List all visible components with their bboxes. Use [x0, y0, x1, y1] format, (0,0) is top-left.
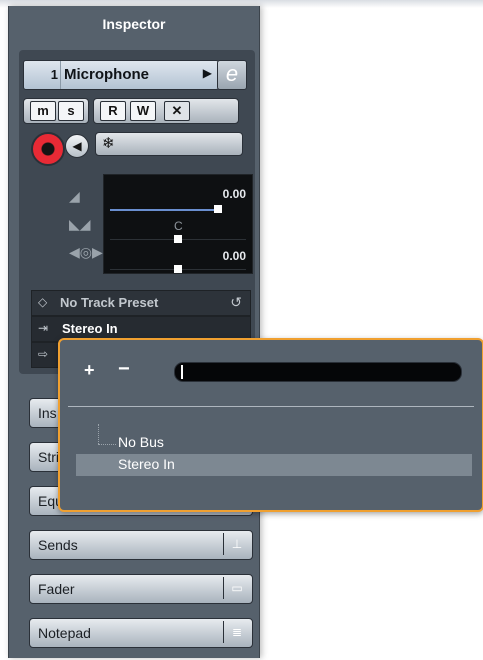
input-routing-label: Stereo In	[62, 321, 118, 336]
solo-button[interactable]: s	[58, 101, 84, 121]
monitor-button[interactable]: ◀	[65, 134, 89, 158]
preset-label: No Track Preset	[60, 295, 159, 310]
pan-value[interactable]: C	[174, 219, 183, 233]
sends-section-button[interactable]: Sends ⊥	[29, 530, 253, 560]
write-automation-button[interactable]: W	[130, 101, 156, 121]
volume-fader-handle[interactable]	[214, 205, 222, 213]
volume-icon: ◢	[69, 188, 80, 204]
notepad-section-button[interactable]: Notepad ≣	[29, 618, 253, 648]
output-routing-icon: ⇨	[38, 347, 49, 361]
tree-branch	[98, 444, 116, 446]
read-automation-button[interactable]: R	[100, 101, 126, 121]
input-routing-icon: ⇥	[38, 321, 49, 335]
section-label: Sends	[38, 537, 78, 553]
section-label: Stri	[38, 449, 59, 465]
delay-handle[interactable]	[174, 265, 182, 273]
inspector-title: Inspector	[102, 16, 166, 32]
cross-automation-button[interactable]: ✕	[164, 101, 190, 121]
automation-group: R W ✕	[93, 98, 239, 124]
parameter-display: 0.00 C 0.00	[103, 174, 253, 274]
mute-solo-group: m s	[23, 98, 89, 124]
track-name-field[interactable]: 1 Microphone ▶	[23, 60, 219, 90]
volume-value[interactable]: 0.00	[223, 187, 246, 201]
bus-selector-popup: + − No Bus Stereo In	[58, 338, 483, 512]
fader-section-button[interactable]: Fader ▭	[29, 574, 253, 604]
section-label: Notepad	[38, 625, 91, 641]
reload-icon[interactable]: ↺	[230, 294, 242, 311]
freeze-icon: ❄	[102, 135, 115, 152]
pan-icon: ◣◢	[69, 216, 91, 232]
track-number: 1	[50, 67, 58, 82]
section-label: Fader	[38, 581, 75, 597]
bus-item-no-bus[interactable]: No Bus	[118, 434, 164, 450]
edit-instrument-button[interactable]: e	[217, 60, 247, 90]
inspector-panel: Inspector 1 Microphone ▶ e m s R W ✕ ◀ ❄…	[8, 6, 260, 658]
preset-icon: ◇	[38, 295, 48, 309]
delay-value[interactable]: 0.00	[223, 249, 246, 263]
pan-handle[interactable]	[174, 235, 182, 243]
popup-divider	[68, 406, 474, 407]
freeze-button[interactable]: ❄	[95, 132, 243, 156]
remove-bus-button[interactable]: −	[118, 358, 130, 381]
add-bus-button[interactable]: +	[84, 360, 95, 381]
fader-icon: ▭	[223, 577, 250, 599]
mute-button[interactable]: m	[30, 101, 56, 121]
record-enable-button[interactable]	[31, 132, 65, 166]
bus-search-input[interactable]	[174, 362, 462, 382]
search-caret	[181, 365, 183, 379]
notepad-icon: ≣	[223, 621, 250, 643]
track-preset-bar[interactable]: ◇ No Track Preset ↺	[31, 290, 251, 316]
track-name-separator	[60, 61, 61, 89]
track-arrow-icon[interactable]: ▶	[203, 66, 212, 80]
volume-fader-track	[110, 209, 220, 211]
section-label: Ins	[38, 405, 57, 421]
track-name: Microphone	[64, 66, 149, 83]
sends-icon: ⊥	[223, 533, 250, 555]
bus-item-stereo-in[interactable]: Stereo In	[118, 456, 175, 472]
delay-icon: ◀◎▶	[69, 244, 103, 260]
tree-connector	[98, 424, 100, 444]
